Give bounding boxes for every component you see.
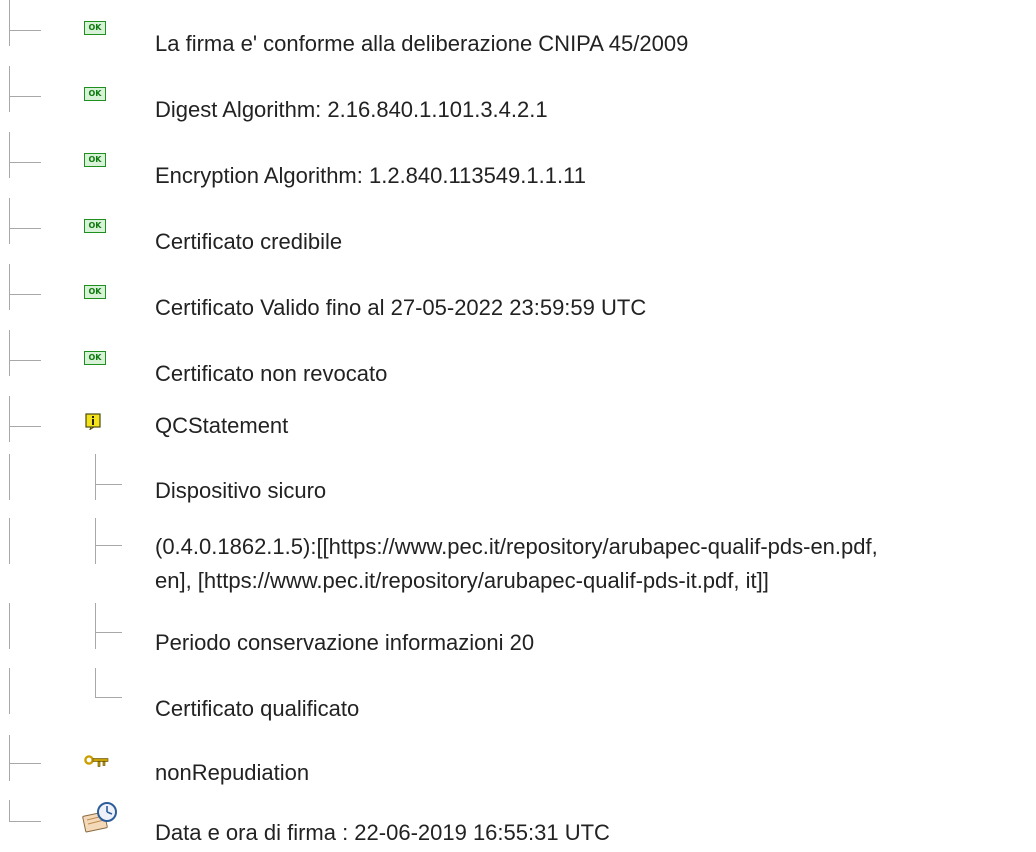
ok-icon: OK — [84, 87, 106, 101]
ok-icon: OK — [84, 351, 106, 365]
ok-icon: OK — [84, 153, 106, 167]
signing-time-label: Data e ora di firma : 22-06-2019 16:55:3… — [155, 820, 610, 845]
qc-label-line1: (0.4.0.1862.1.5):[[https://www.pec.it/re… — [155, 534, 878, 559]
info-icon — [85, 413, 101, 430]
qc-label: Certificato qualificato — [155, 696, 360, 721]
check-label: Certificato credibile — [155, 229, 343, 254]
check-label: Encryption Algorithm: 1.2.840.113549.1.1… — [155, 163, 586, 188]
qcstatement-label: QCStatement — [155, 413, 289, 438]
qc-label: Periodo conservazione informazioni 20 — [155, 630, 535, 655]
check-label: Certificato Valido fino al 27-05-2022 23… — [155, 295, 647, 320]
nonrepudiation-label: nonRepudiation — [155, 760, 310, 785]
check-label: Digest Algorithm: 2.16.840.1.101.3.4.2.1 — [155, 97, 548, 122]
ok-icon: OK — [84, 21, 106, 35]
ok-icon: OK — [84, 219, 106, 233]
qc-label: Dispositivo sicuro — [155, 478, 327, 503]
check-label: Certificato non revocato — [155, 361, 388, 386]
clock-icon — [82, 802, 117, 833]
key-icon — [84, 755, 109, 767]
check-label: La firma e' conforme alla deliberazione … — [155, 31, 689, 56]
ok-icon: OK — [84, 285, 106, 299]
qc-label-line2: en], [https://www.pec.it/repository/arub… — [155, 568, 769, 593]
